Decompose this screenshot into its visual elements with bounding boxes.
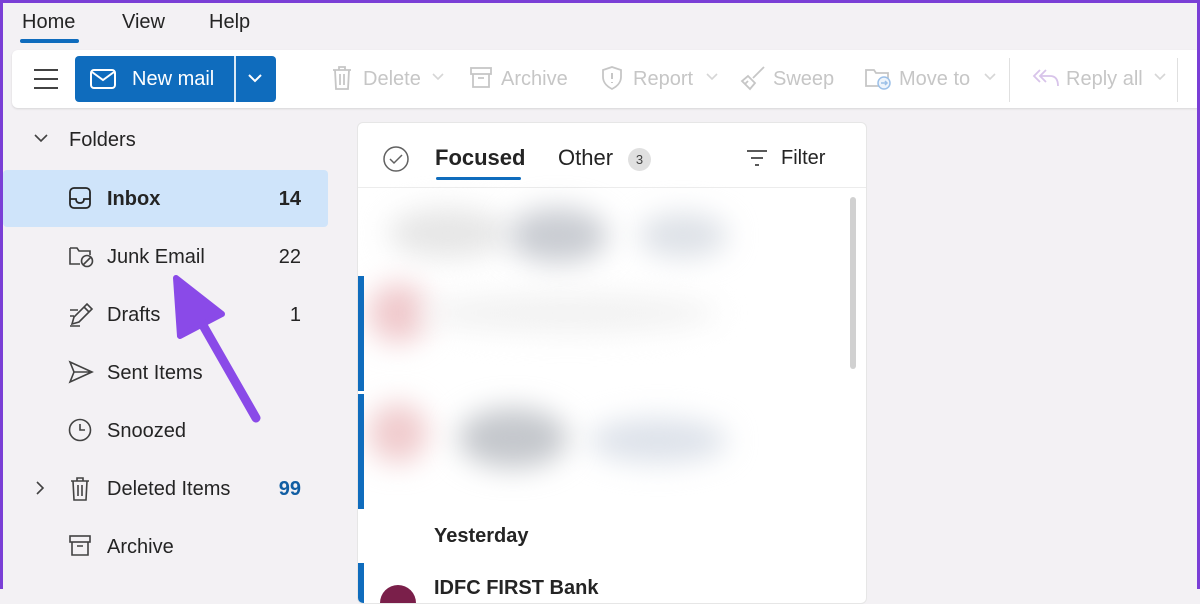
- chevron-down-icon[interactable]: [247, 72, 263, 84]
- folder-name: Drafts: [107, 304, 161, 326]
- sweep-label: Sweep: [773, 68, 835, 90]
- move-to-dropdown-icon[interactable]: [984, 73, 996, 81]
- unread-indicator: [358, 276, 364, 391]
- folder-count: 99: [278, 478, 301, 500]
- message-list-header: Focused Other 3 Filter: [358, 123, 866, 188]
- delete-label: Delete: [363, 68, 421, 90]
- trash-icon: [71, 477, 89, 501]
- tab-help[interactable]: Help: [209, 11, 250, 34]
- clock-icon: [68, 418, 92, 442]
- reply-all-dropdown-icon[interactable]: [1154, 73, 1166, 81]
- folders-header-label: Folders: [69, 129, 136, 151]
- move-to-label: Move to: [899, 68, 971, 90]
- junk-icon: [69, 247, 94, 268]
- unread-indicator: [358, 563, 364, 603]
- blurred-messages: [358, 188, 848, 518]
- other-count-badge: 3: [628, 148, 651, 171]
- folder-name: Junk Email: [107, 246, 205, 268]
- message-list-scrollbar[interactable]: [850, 197, 856, 369]
- hamburger-menu-icon[interactable]: [34, 69, 58, 89]
- top-tab-bar: Home View Help: [0, 0, 1200, 46]
- new-mail-label: New mail: [132, 68, 215, 90]
- archive-icon: [69, 535, 91, 556]
- broom-icon: [740, 66, 765, 91]
- tab-other[interactable]: Other: [558, 145, 613, 171]
- filter-icon: [747, 150, 767, 166]
- pencil-icon: [70, 302, 94, 327]
- unread-indicator: [358, 394, 364, 509]
- folder-inbox[interactable]: Inbox 14: [3, 170, 328, 227]
- group-header-yesterday: Yesterday: [434, 525, 529, 547]
- ribbon-separator: [1009, 58, 1010, 102]
- new-mail-button[interactable]: New mail: [75, 56, 276, 102]
- folder-count: 14: [278, 188, 301, 210]
- folder-count: 1: [289, 304, 301, 326]
- archive-label: Archive: [501, 68, 568, 90]
- annotation-arrow-icon: [173, 275, 261, 423]
- folder-move-icon: [865, 69, 891, 90]
- delete-dropdown-icon[interactable]: [432, 73, 444, 81]
- mail-icon: [90, 69, 116, 89]
- filter-label: Filter: [781, 147, 826, 169]
- report-dropdown-icon[interactable]: [706, 73, 718, 81]
- trash-icon: [333, 66, 351, 90]
- folder-name: Archive: [107, 536, 174, 558]
- shield-icon: [602, 66, 622, 91]
- tab-focused[interactable]: Focused: [435, 145, 525, 171]
- chevron-down-icon[interactable]: [33, 133, 49, 143]
- message-row[interactable]: IDFC FIRST Bank: [358, 563, 838, 603]
- tab-view[interactable]: View: [122, 11, 165, 34]
- message-list-pane: Focused Other 3 Filter Yesterday IDFC FI…: [357, 122, 867, 604]
- inbox-icon: [69, 187, 91, 209]
- archive-icon: [470, 67, 492, 88]
- ribbon-toolbar: New mail Delete Archive Report Sweep Mov…: [12, 50, 1200, 108]
- folders-header[interactable]: Folders: [0, 122, 340, 158]
- select-all-checkbox-icon[interactable]: [382, 145, 410, 173]
- report-label: Report: [633, 68, 694, 90]
- tab-home-indicator: [20, 39, 79, 43]
- reply-all-label: Reply all: [1066, 68, 1143, 90]
- folder-archive[interactable]: Archive: [3, 518, 328, 575]
- avatar: [380, 585, 416, 603]
- reply-all-icon: [1032, 69, 1059, 87]
- folder-name: Deleted Items: [107, 478, 231, 500]
- folder-name: Inbox: [107, 188, 161, 210]
- tab-home[interactable]: Home: [22, 11, 75, 34]
- chevron-right-icon[interactable]: [35, 480, 45, 496]
- folder-count: 22: [278, 246, 301, 268]
- folder-deleted-items[interactable]: Deleted Items 99: [3, 460, 328, 517]
- send-icon: [68, 360, 94, 384]
- ribbon-separator: [1177, 58, 1178, 102]
- tab-focused-indicator: [436, 177, 521, 180]
- new-mail-split-divider: [234, 56, 236, 102]
